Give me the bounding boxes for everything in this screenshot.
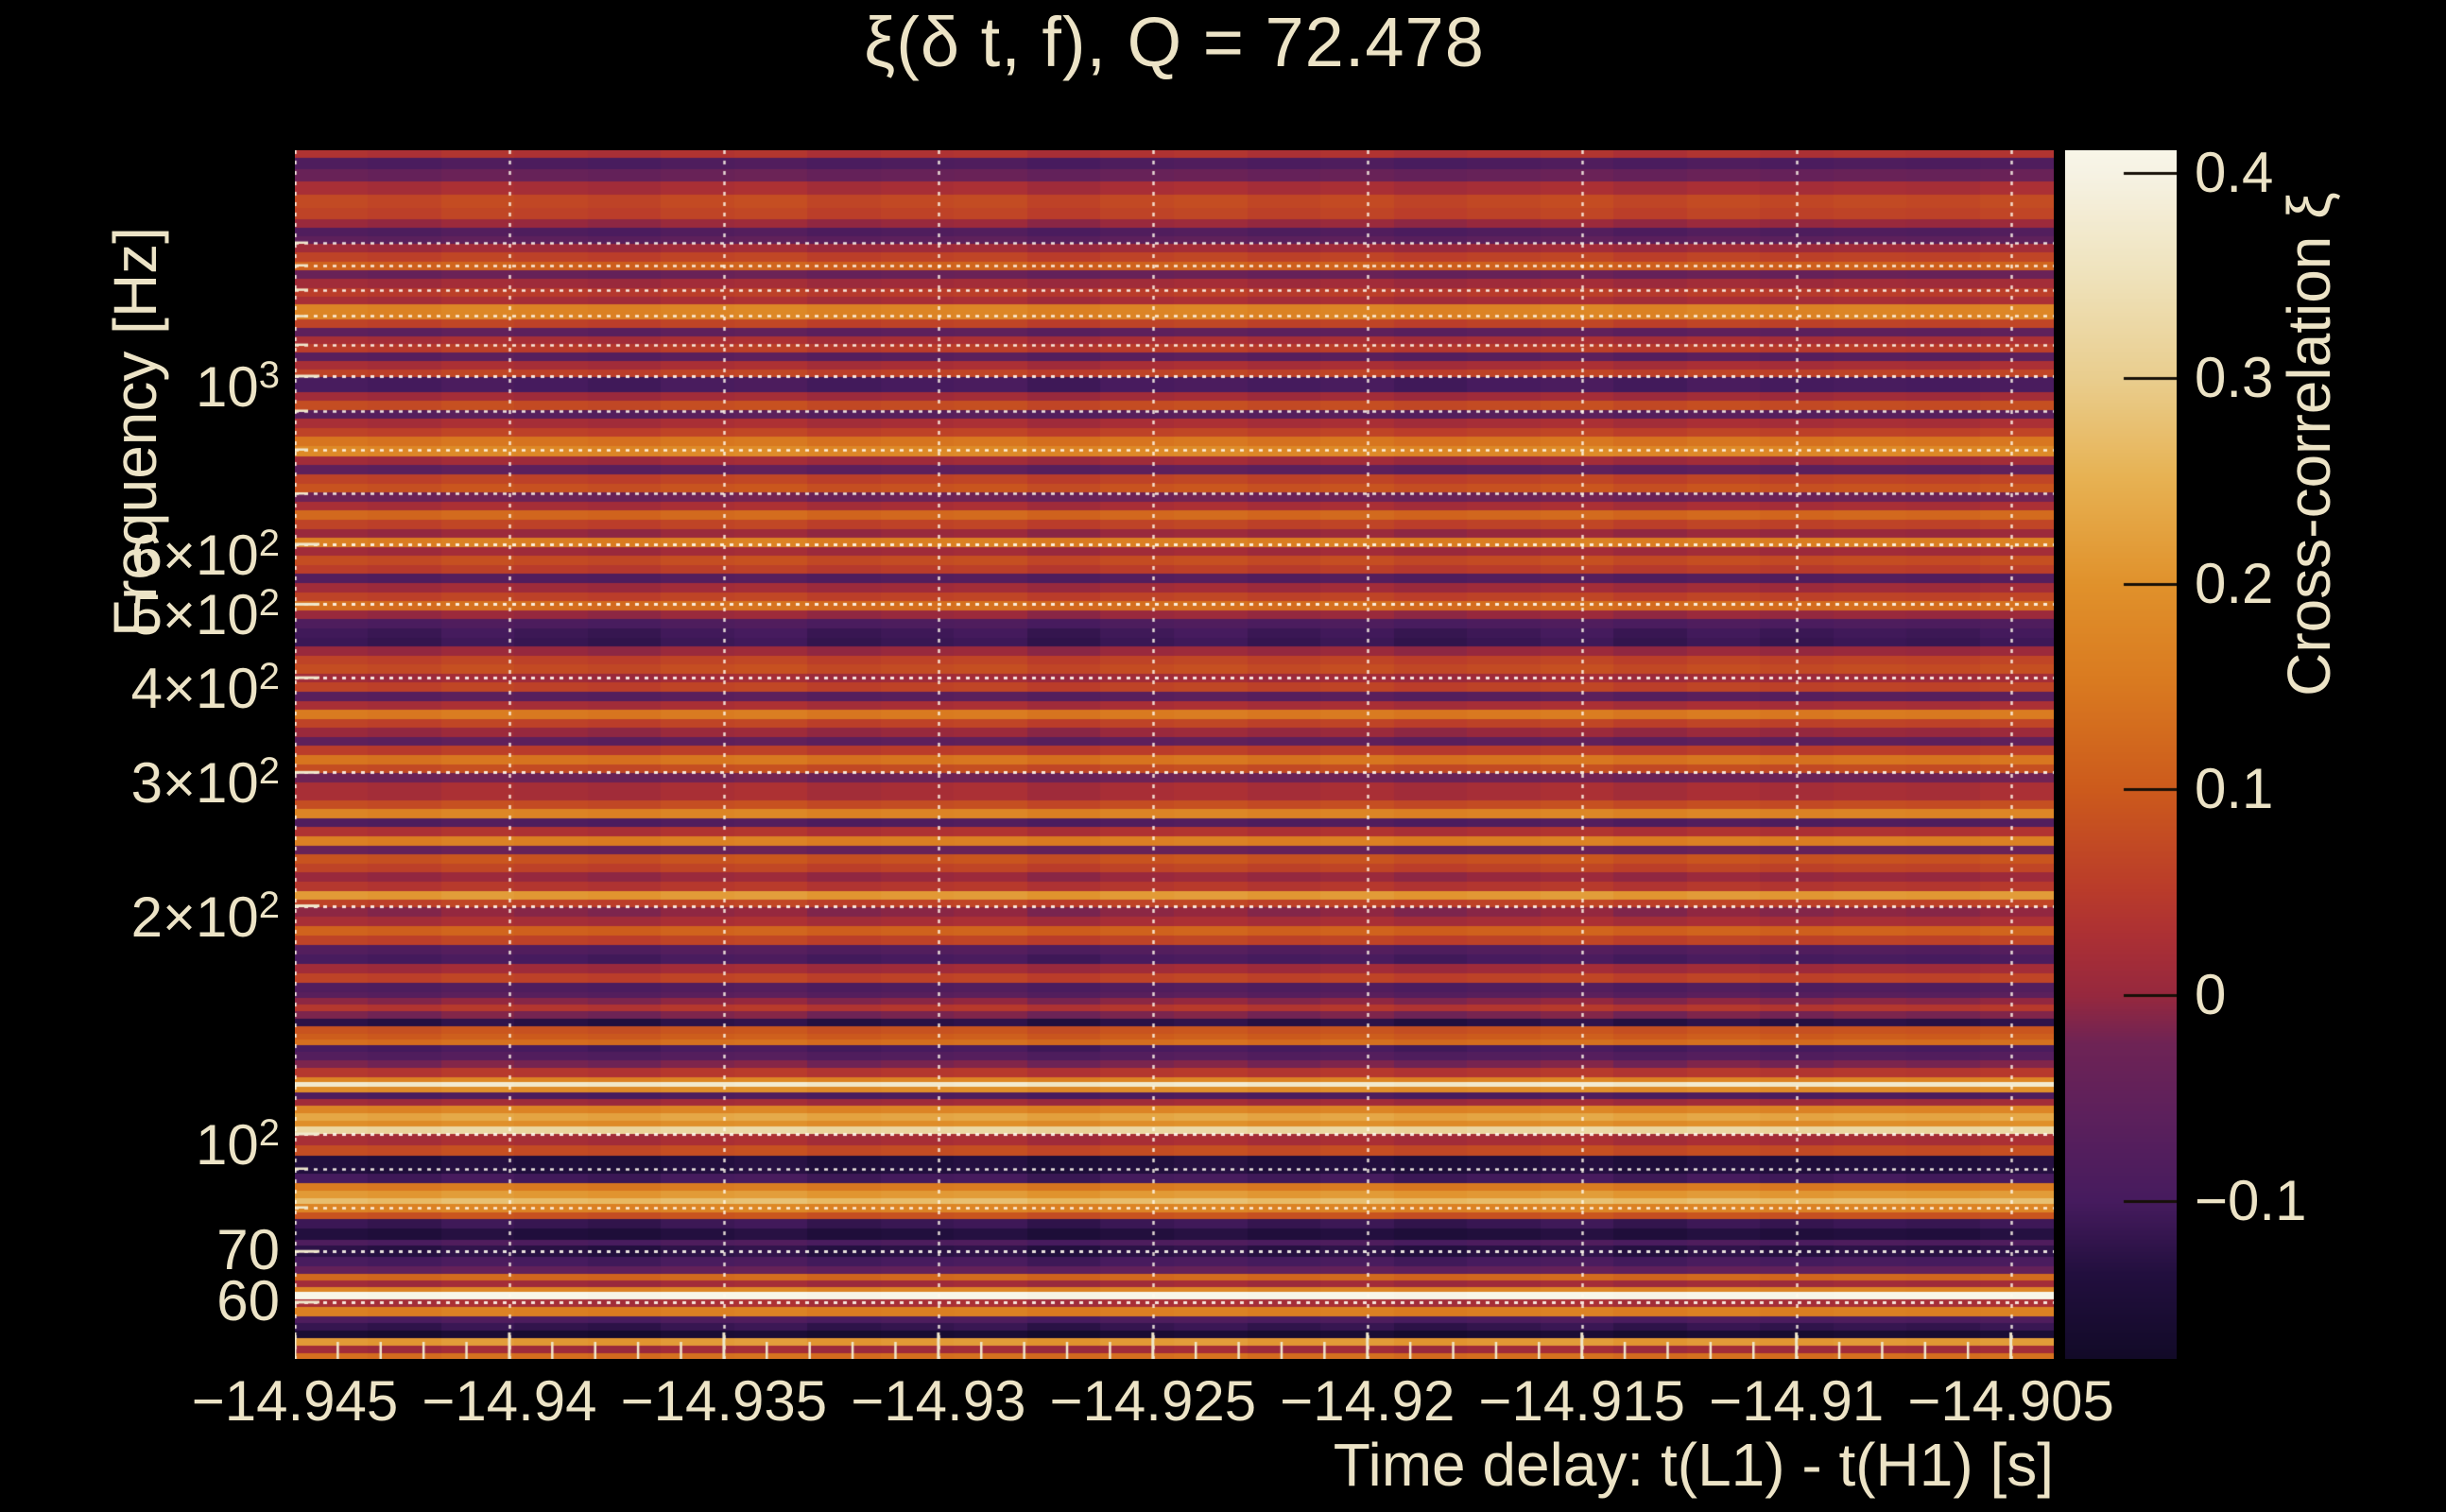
heatmap-canvas [295,150,2054,1359]
colorbar-tick-label: 0.2 [2195,551,2274,615]
x-tick-label: −14.92 [1280,1369,1456,1433]
colorbar-tick-label: 0.4 [2195,140,2274,204]
x-tick-label: −14.905 [1907,1369,2114,1433]
y-tick-label: 60 [216,1268,280,1332]
y-tick-label: 103 [196,354,280,419]
colorbar-tick-label: −0.1 [2195,1168,2307,1232]
y-tick-label: 5×102 [130,582,280,647]
y-tick-label: 4×102 [130,656,280,721]
x-axis-label: Time delay: t(L1) - t(H1) [s] [1333,1431,2054,1499]
x-tick-label: −14.915 [1478,1369,1685,1433]
y-tick-label: 102 [196,1112,280,1177]
colorbar-tick-label: 0.3 [2195,346,2274,410]
colorbar-tick-label: 0 [2195,962,2227,1026]
x-tick-label: −14.94 [422,1369,597,1433]
x-tick-label: −14.935 [620,1369,828,1433]
y-tick-label: 2×102 [130,884,280,949]
x-tick-label: −14.93 [851,1369,1026,1433]
x-tick-label: −14.925 [1049,1369,1257,1433]
y-tick-label: 3×102 [130,750,280,816]
chart-title: ξ(δ t, f), Q = 72.478 [864,3,1485,81]
figure: ξ(δ t, f), Q = 72.478 Frequency [Hz] Tim… [0,0,2446,1512]
colorbar-tick-label: 0.1 [2195,757,2274,821]
x-tick-label: −14.91 [1709,1369,1885,1433]
x-tick-label: −14.945 [191,1369,399,1433]
colorbar-canvas [2065,150,2177,1359]
colorbar-label: Cross-correlation ξ [2275,192,2343,696]
